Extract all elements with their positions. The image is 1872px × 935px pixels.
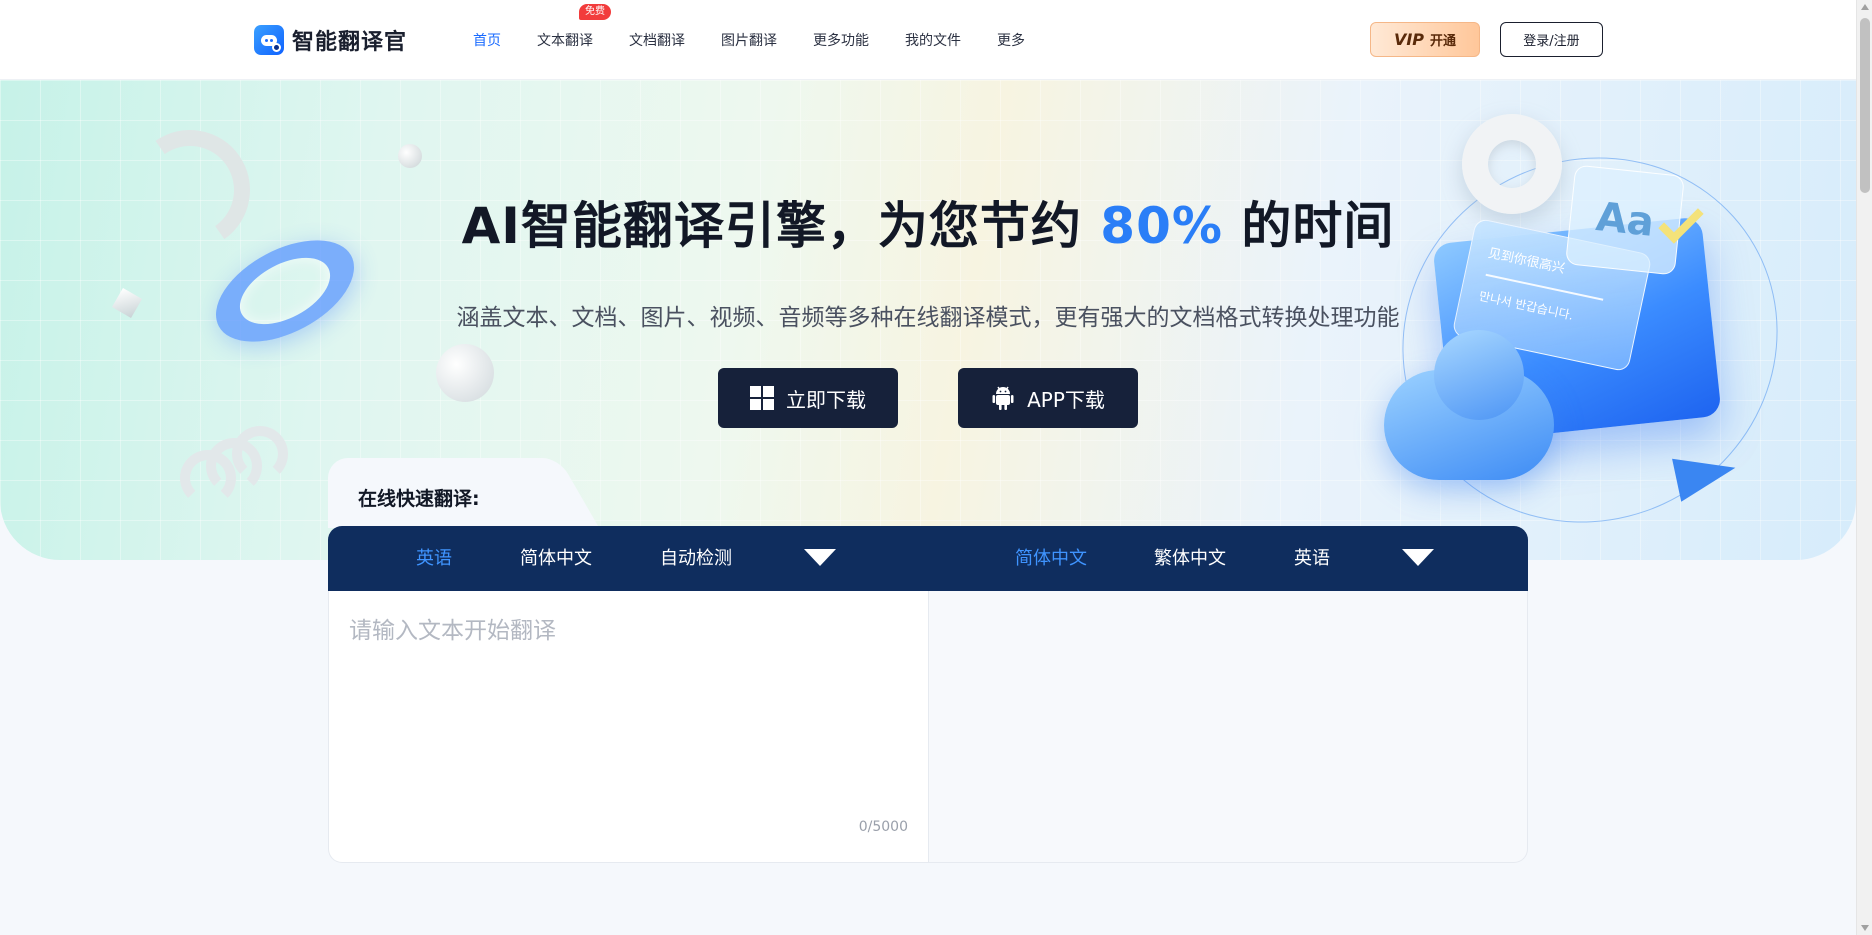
nav-item-home[interactable]: 首页 xyxy=(473,30,501,50)
language-bar: 英语 简体中文 自动检测 简体中文 繁体中文 英语 xyxy=(328,526,1528,591)
target-lang-english[interactable]: 英语 xyxy=(1294,526,1330,591)
source-text-panel: 0/5000 xyxy=(328,591,929,863)
scrollbar-thumb[interactable] xyxy=(1860,18,1870,193)
vip-open-label: 开通 xyxy=(1430,34,1457,49)
main-nav: 首页 文本翻译 免费 文档翻译 图片翻译 更多功能 我的文件 更多 xyxy=(473,0,1061,80)
target-lang-simplified-chinese[interactable]: 简体中文 xyxy=(1015,526,1087,591)
android-icon xyxy=(992,386,1014,410)
nav-item-my-files[interactable]: 我的文件 xyxy=(905,30,961,50)
nav-item-text-translate[interactable]: 文本翻译 免费 xyxy=(537,4,611,50)
page: 智能翻译官 首页 文本翻译 免费 文档翻译 图片翻译 更多功能 我的文件 更多 … xyxy=(0,0,1872,935)
source-text-input[interactable] xyxy=(349,611,909,811)
hero-title-suffix: 的时间 xyxy=(1222,197,1395,255)
scroll-down-icon[interactable] xyxy=(1861,925,1869,931)
char-count: 0 xyxy=(858,819,868,835)
windows-icon xyxy=(750,386,774,410)
logo[interactable]: 智能翻译官 xyxy=(254,23,407,57)
nav-item-more[interactable]: 更多 xyxy=(997,30,1025,50)
decorative-sphere-small xyxy=(398,144,422,168)
hero-subtitle: 涵盖文本、文档、图片、视频、音频等多种在线翻译模式，更有强大的文档格式转换处理功… xyxy=(456,305,1400,331)
nav-item-more-features[interactable]: 更多功能 xyxy=(813,30,869,50)
nav-item-image-translate[interactable]: 图片翻译 xyxy=(721,30,777,50)
hero-banner: 见到你很高兴 만나서 반갑습니다. Aa AI智能翻译引擎，为您节约 80% 的… xyxy=(0,80,1856,560)
decorative-sphere xyxy=(436,344,494,402)
nav-item-label: 文本翻译 xyxy=(537,33,593,49)
char-counter: 0/5000 xyxy=(859,819,908,835)
hero-title: AI智能翻译引擎，为您节约 80% 的时间 xyxy=(0,186,1856,258)
download-windows-button[interactable]: 立即下载 xyxy=(718,368,898,428)
download-windows-label: 立即下载 xyxy=(786,387,866,412)
logo-icon xyxy=(254,25,284,55)
translation-result-panel xyxy=(929,591,1528,863)
cloud-illustration xyxy=(1384,330,1554,480)
nav-item-document-translate[interactable]: 文档翻译 xyxy=(629,30,685,50)
logo-text: 智能翻译官 xyxy=(292,30,408,55)
source-lang-dropdown-icon[interactable] xyxy=(804,549,836,566)
vip-open-button[interactable]: VIP 开通 xyxy=(1370,22,1480,57)
decorative-coils xyxy=(180,426,300,510)
source-lang-english[interactable]: 英语 xyxy=(416,526,452,591)
translator-section-label: 在线快速翻译: xyxy=(358,488,480,510)
hero-title-accent: 80% xyxy=(1100,197,1223,255)
download-app-label: APP下载 xyxy=(1027,387,1105,412)
target-lang-traditional-chinese[interactable]: 繁体中文 xyxy=(1154,526,1226,591)
target-lang-dropdown-icon[interactable] xyxy=(1402,549,1434,566)
free-badge: 免费 xyxy=(579,4,611,20)
hero-title-prefix: AI智能翻译引擎，为您节约 xyxy=(461,197,1101,255)
source-lang-auto-detect[interactable]: 自动检测 xyxy=(660,526,732,591)
char-limit: /5000 xyxy=(867,819,908,835)
top-header: 智能翻译官 首页 文本翻译 免费 文档翻译 图片翻译 更多功能 我的文件 更多 … xyxy=(0,0,1856,80)
page-scrollbar[interactable] xyxy=(1856,0,1872,935)
vip-label: VIP xyxy=(1393,30,1425,49)
scroll-up-icon[interactable] xyxy=(1861,4,1869,10)
login-register-button[interactable]: 登录/注册 xyxy=(1500,22,1603,57)
download-app-button[interactable]: APP下载 xyxy=(958,368,1138,428)
source-lang-simplified-chinese[interactable]: 简体中文 xyxy=(520,526,592,591)
